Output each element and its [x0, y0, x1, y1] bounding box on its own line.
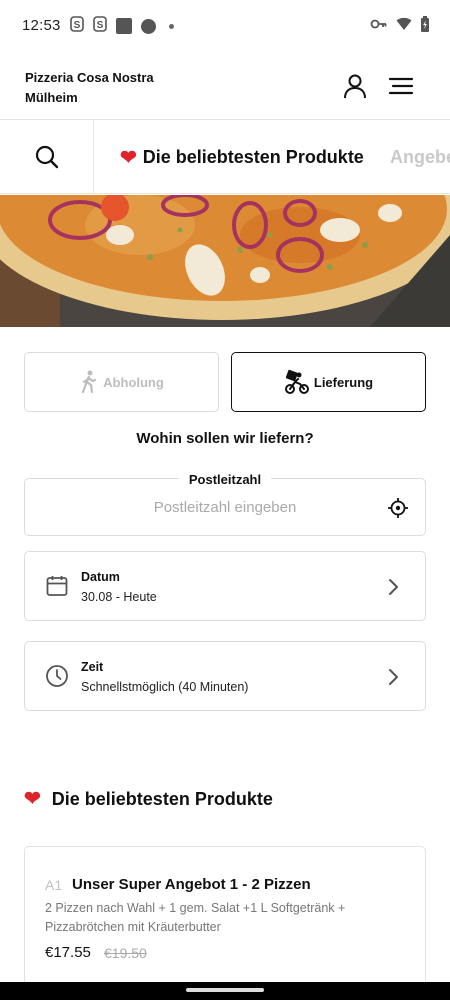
search-button[interactable]: [0, 120, 94, 193]
home-gesture-handle[interactable]: [186, 988, 264, 992]
tab-popular-label: Die beliebtesten Produkte: [142, 146, 364, 167]
time-selector[interactable]: Zeit Schnellstmöglich (40 Minuten): [24, 641, 426, 711]
delivery-label: Lieferung: [313, 374, 374, 390]
popular-products-heading: ❤ Die beliebtesten Produkte: [24, 786, 273, 811]
category-tabs: ❤ Die beliebtesten Produkte Angebe: [0, 120, 450, 194]
delivery-bike-icon: [284, 369, 309, 394]
user-icon: [344, 74, 366, 99]
status-time: 12:53: [22, 17, 61, 34]
hamburger-menu-icon: [388, 77, 414, 95]
pickup-button[interactable]: Abholung: [24, 352, 219, 412]
postcode-field: [24, 478, 426, 536]
delivery-button[interactable]: Lieferung: [231, 352, 426, 412]
date-selector[interactable]: Datum 30.08 - Heute: [24, 551, 426, 621]
product-card[interactable]: A1 Unser Super Angebot 1 - 2 Pizzen 2 Pi…: [24, 846, 426, 1000]
store-name-line2: Mülheim: [25, 90, 78, 105]
system-navigation-bar: [0, 982, 450, 1000]
hero-pizza-image: [0, 195, 450, 327]
account-button[interactable]: [340, 71, 370, 101]
svg-text:S: S: [97, 20, 104, 31]
store-name-line1: Pizzeria Cosa Nostra: [25, 70, 154, 85]
clock-icon: [46, 665, 68, 687]
dot-icon: [169, 23, 174, 29]
square-icon: [116, 18, 132, 34]
chevron-right-icon: [389, 579, 398, 595]
status-right-icons: [370, 16, 430, 37]
status-bar: 12:53 S S: [0, 0, 450, 52]
date-value: 30.08 - Heute: [81, 590, 157, 604]
time-title: Zeit: [81, 660, 104, 674]
circle-app-icon: [141, 18, 156, 34]
store-name: Pizzeria Cosa Nostra Mülheim: [25, 68, 154, 108]
locate-me-button[interactable]: [387, 497, 409, 519]
battery-icon: [420, 16, 430, 37]
date-title: Datum: [81, 570, 120, 584]
status-left-icons: S S: [70, 16, 174, 36]
product-description: 2 Pizzen nach Wahl + 1 gem. Salat +1 L S…: [45, 901, 346, 934]
calendar-icon: [46, 576, 68, 596]
pickup-label: Abholung: [103, 374, 164, 390]
s-notification-icon: S: [70, 16, 84, 36]
product-code: A1: [45, 877, 63, 893]
tab-offers[interactable]: Angebe: [390, 120, 450, 193]
app-header: Pizzeria Cosa Nostra Mülheim: [0, 52, 450, 120]
postcode-input[interactable]: [85, 491, 365, 523]
svg-text:S: S: [74, 20, 81, 31]
vpn-key-icon: [370, 17, 388, 36]
product-old-price: €19.50: [104, 945, 147, 961]
tab-offers-label: Angebe: [390, 146, 450, 167]
wifi-icon: [396, 17, 412, 36]
product-name: Unser Super Angebot 1 - 2 Pizzen: [72, 876, 311, 893]
s-notification-icon: S: [93, 16, 107, 36]
chevron-right-icon: [389, 669, 398, 685]
heart-icon: ❤: [120, 146, 137, 169]
heart-icon: ❤: [24, 788, 41, 810]
product-price: €17.55: [45, 944, 91, 961]
menu-button[interactable]: [387, 72, 415, 100]
delivery-question: Wohin sollen wir liefern?: [136, 430, 314, 447]
popular-heading-label: Die beliebtesten Produkte: [51, 789, 273, 809]
tab-popular-products[interactable]: ❤ Die beliebtesten Produkte: [120, 120, 364, 193]
time-value: Schnellstmöglich (40 Minuten): [81, 680, 249, 694]
crosshair-location-icon: [388, 498, 408, 518]
search-icon: [35, 145, 58, 169]
walking-person-icon: [82, 370, 97, 394]
